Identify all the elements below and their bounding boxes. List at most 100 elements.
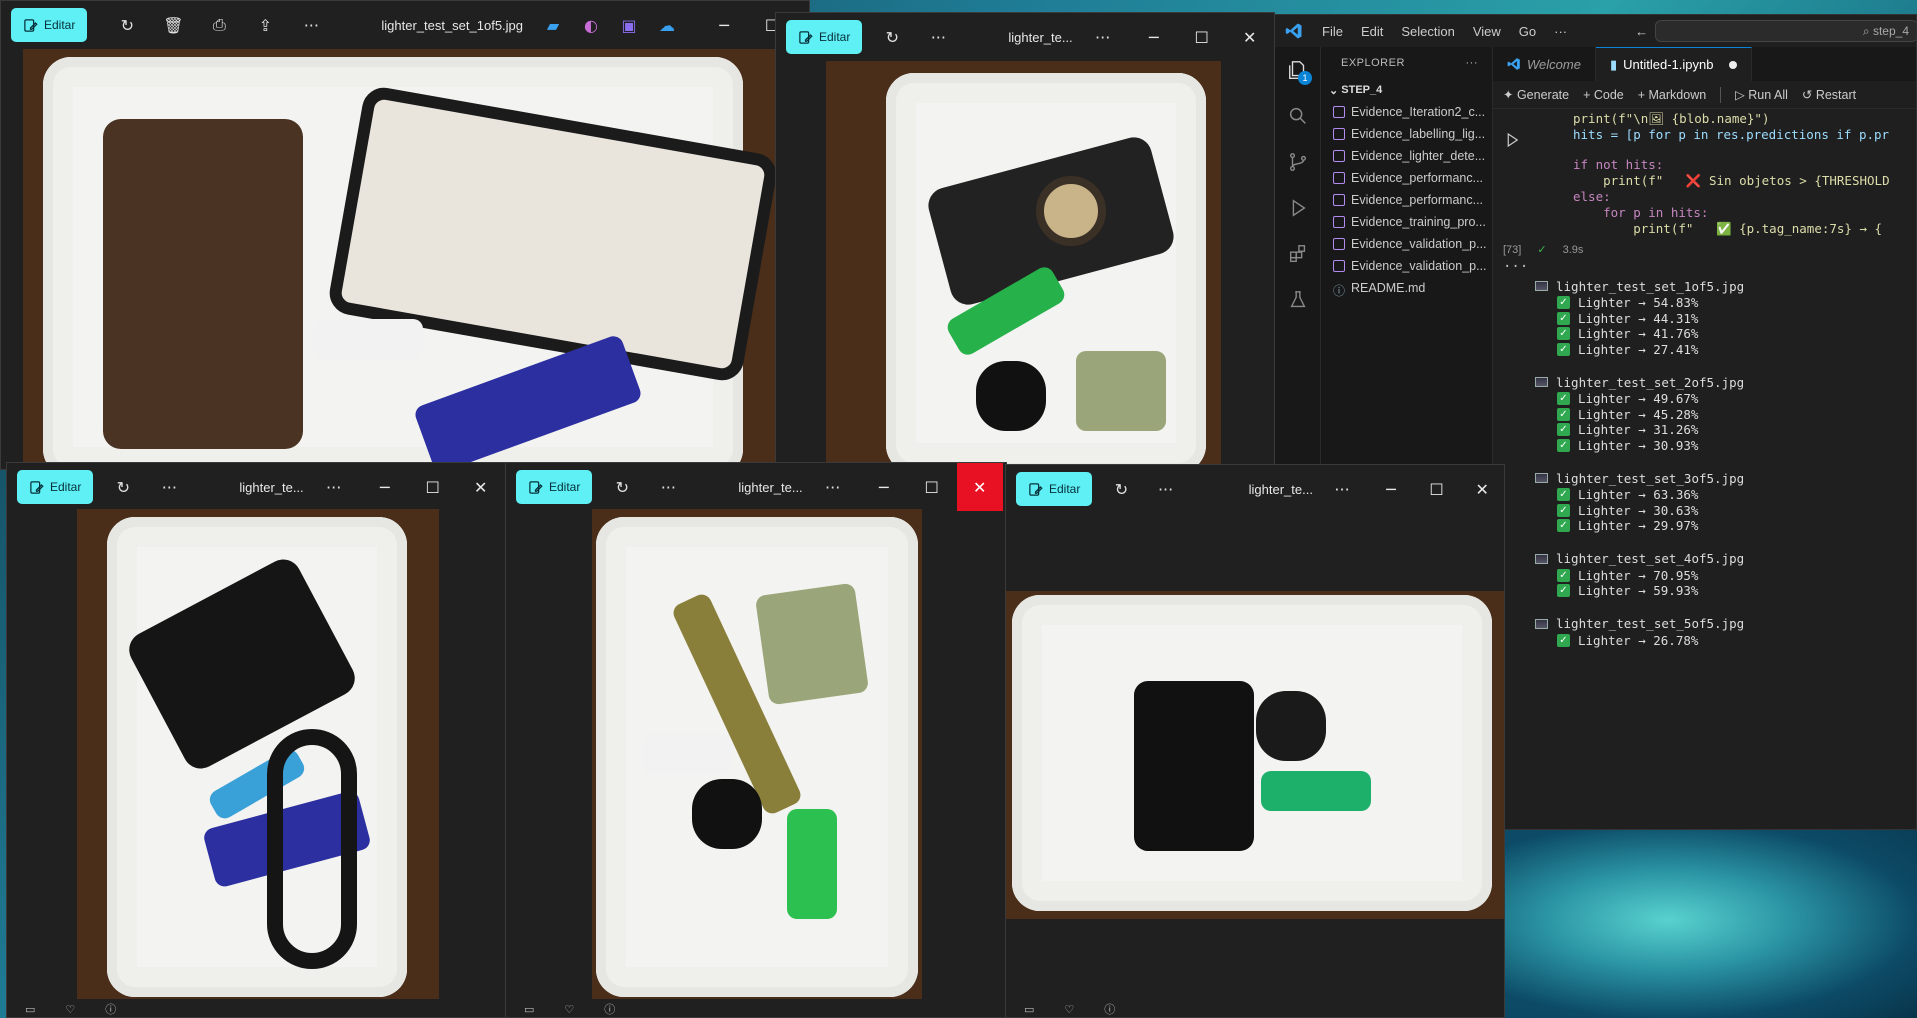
close-button[interactable]: ✕: [1227, 13, 1273, 61]
more-button[interactable]: ···: [293, 7, 329, 43]
add-code-button[interactable]: + Code: [1583, 88, 1624, 102]
output-more-button[interactable]: ···: [1503, 259, 1528, 275]
edit-button[interactable]: Editar: [786, 20, 863, 54]
window-title: lighter_te...: [738, 479, 803, 495]
file-item[interactable]: Evidence_validation_p...: [1321, 233, 1492, 255]
favorite-icon[interactable]: ♡: [65, 1003, 75, 1016]
info-icon[interactable]: ⓘ: [105, 1001, 116, 1017]
explorer-more-button[interactable]: ···: [1466, 57, 1479, 69]
info-icon[interactable]: ⓘ: [604, 1001, 615, 1017]
code-cell[interactable]: print(f"\n🖼 {blob.name}") hits = [p for …: [1493, 109, 1916, 275]
menu-more[interactable]: ···: [1545, 24, 1576, 39]
maximize-button[interactable]: ☐: [410, 463, 456, 511]
extensions-icon[interactable]: [1275, 231, 1320, 277]
photo-viewer-window-5[interactable]: Editar ↻ ··· lighter_te... ··· ─ ☐ ✕ ▭ ♡…: [1005, 464, 1505, 1018]
code-line: hits = [p for p in res.predictions if p.…: [1573, 127, 1890, 142]
restart-button[interactable]: ↺ Restart: [1802, 87, 1856, 102]
file-item[interactable]: Evidence_performanc...: [1321, 189, 1492, 211]
info-icon[interactable]: ⓘ: [1104, 1001, 1115, 1017]
rotate-icon[interactable]: ↻: [109, 7, 145, 43]
more-button[interactable]: ···: [815, 469, 851, 505]
close-button[interactable]: ✕: [1460, 465, 1504, 513]
run-debug-icon[interactable]: [1275, 185, 1320, 231]
file-item[interactable]: Evidence_lighter_dete...: [1321, 145, 1492, 167]
filmstrip-icon[interactable]: ▭: [1024, 1003, 1034, 1016]
tab-welcome[interactable]: Welcome: [1493, 47, 1596, 81]
more-button[interactable]: ···: [650, 469, 686, 505]
photo-viewer-window-1[interactable]: Editar ↻ 🗑 ⎙ ⇪ ··· lighter_test_set_1of5…: [0, 0, 810, 470]
share-icon[interactable]: ⇪: [247, 7, 283, 43]
more-button[interactable]: ···: [1149, 471, 1183, 507]
explorer-icon[interactable]: 1: [1275, 47, 1320, 93]
minimize-button[interactable]: ─: [1131, 13, 1177, 61]
more-button[interactable]: ···: [316, 469, 352, 505]
minimize-button[interactable]: ─: [362, 463, 408, 511]
hit-text: Lighter → 44.31%: [1578, 310, 1699, 326]
minimize-button[interactable]: ─: [701, 1, 747, 49]
minimize-button[interactable]: ─: [1369, 465, 1413, 513]
photo-viewer-window-4[interactable]: Editar ↻ ··· lighter_te... ··· ─ ☐ ✕ ▭ ♡…: [505, 462, 1007, 1018]
file-item[interactable]: Evidence_validation_p...: [1321, 255, 1492, 277]
edit-button[interactable]: Editar: [516, 470, 593, 504]
file-item[interactable]: Evidence_labelling_lig...: [1321, 123, 1492, 145]
maximize-button[interactable]: ☐: [909, 463, 955, 511]
add-markdown-button[interactable]: + Markdown: [1638, 88, 1706, 102]
nav-back-icon[interactable]: ←: [1626, 24, 1657, 39]
testing-icon[interactable]: [1275, 277, 1320, 323]
file-item[interactable]: Evidence_performanc...: [1321, 167, 1492, 189]
menu-edit[interactable]: Edit: [1352, 24, 1392, 39]
minimize-button[interactable]: ─: [861, 463, 907, 511]
designer-icon[interactable]: ▰: [535, 7, 571, 43]
menu-file[interactable]: File: [1313, 24, 1352, 39]
close-button[interactable]: ✕: [956, 463, 1003, 511]
favorite-icon[interactable]: ♡: [1064, 1003, 1074, 1016]
delete-icon[interactable]: 🗑: [155, 7, 191, 43]
vscode-logo-icon: [1285, 23, 1302, 39]
edit-button[interactable]: Editar: [1016, 472, 1093, 506]
rotate-icon[interactable]: ↻: [874, 19, 910, 55]
menu-go[interactable]: Go: [1510, 24, 1545, 39]
output-hit: ✓ Lighter → 44.31%: [1527, 311, 1916, 327]
photo-viewer-window-3[interactable]: Editar ↻ ··· lighter_te... ··· ─ ☐ ✕ ▭ ♡…: [6, 462, 506, 1018]
run-all-button[interactable]: ▷ Run All: [1735, 87, 1788, 102]
rotate-icon[interactable]: ↻: [604, 469, 640, 505]
maximize-button[interactable]: ☐: [1415, 465, 1459, 513]
filmstrip-icon[interactable]: ▭: [25, 1003, 35, 1016]
rotate-icon[interactable]: ↻: [1104, 471, 1138, 507]
edit-button[interactable]: Editar: [11, 8, 88, 42]
generate-button[interactable]: ✦ Generate: [1503, 87, 1569, 102]
photo-viewer-window-2[interactable]: Editar ↻ ··· lighter_te... ··· ─ ☐ ✕: [775, 12, 1275, 472]
run-cell-icon[interactable]: [1503, 131, 1521, 149]
onedrive-off-icon[interactable]: ☁: [649, 7, 685, 43]
folder-step4[interactable]: ⌄ STEP_4: [1321, 79, 1492, 101]
maximize-button[interactable]: ☐: [1179, 13, 1225, 61]
more-button[interactable]: ···: [920, 19, 956, 55]
window-title: lighter_te...: [1008, 29, 1073, 45]
more-button[interactable]: ···: [151, 469, 187, 505]
favorite-icon[interactable]: ♡: [564, 1003, 574, 1016]
more-button[interactable]: ···: [1085, 19, 1121, 55]
menu-selection[interactable]: Selection: [1392, 24, 1463, 39]
rotate-icon[interactable]: ↻: [105, 469, 141, 505]
command-center-search[interactable]: ⌕ step_4: [1655, 20, 1916, 42]
print-icon[interactable]: ⎙: [201, 7, 237, 43]
more-button[interactable]: ···: [1325, 471, 1359, 507]
filmstrip-icon[interactable]: ▭: [524, 1003, 534, 1016]
search-icon[interactable]: [1275, 93, 1320, 139]
notebook-file-icon: [1333, 194, 1345, 206]
unsaved-dot-icon[interactable]: [1729, 60, 1738, 69]
close-button[interactable]: ✕: [458, 463, 504, 511]
source-control-icon[interactable]: [1275, 139, 1320, 185]
clipchamp-icon[interactable]: ▣: [611, 7, 647, 43]
copilot-icon[interactable]: ◐: [573, 7, 609, 43]
output-hit: ✓ Lighter → 30.63%: [1527, 503, 1916, 519]
menu-view[interactable]: View: [1464, 24, 1510, 39]
file-item[interactable]: Evidence_Iteration2_c...: [1321, 101, 1492, 123]
file-label: Evidence_performanc...: [1351, 171, 1484, 185]
file-item-readme[interactable]: ⓘ README.md: [1321, 277, 1492, 299]
edit-button[interactable]: Editar: [17, 470, 94, 504]
check-icon: ✓: [1557, 296, 1570, 310]
notebook-file-icon: [1333, 260, 1345, 272]
tab-notebook[interactable]: ▮ Untitled-1.ipynb: [1595, 47, 1753, 81]
file-item[interactable]: Evidence_training_pro...: [1321, 211, 1492, 233]
